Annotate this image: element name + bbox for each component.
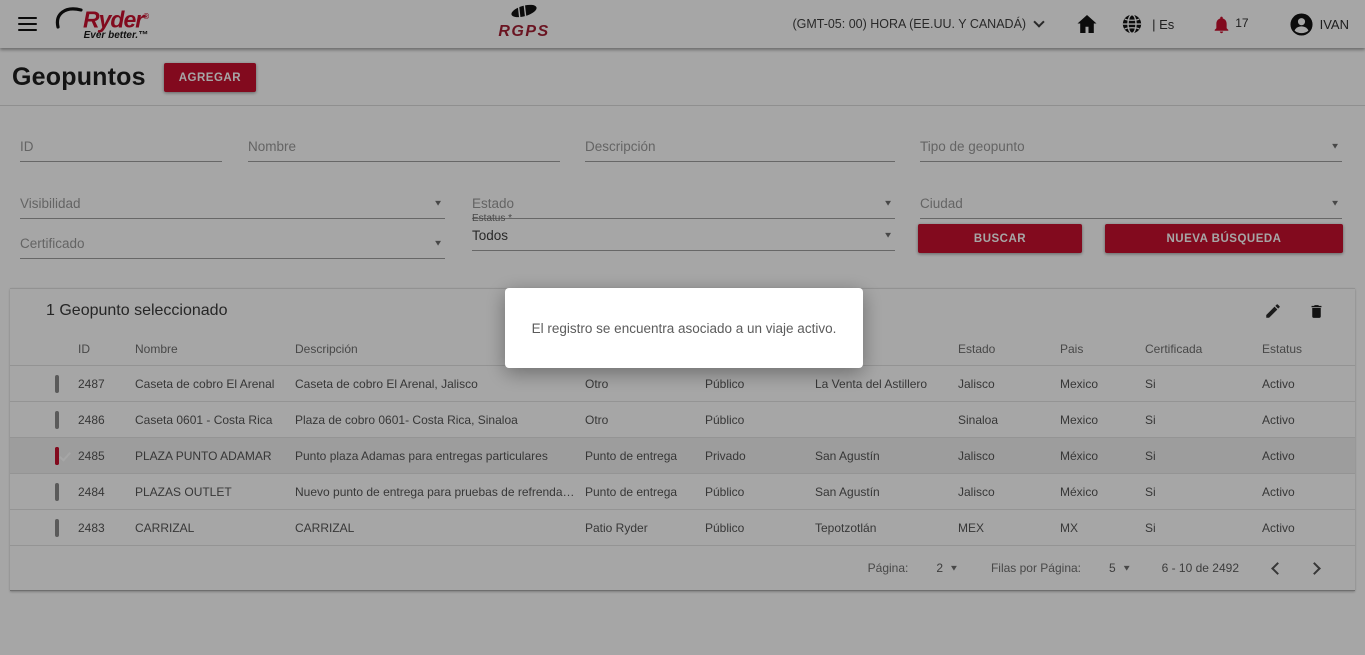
dialog-message: El registro se encuentra asociado a un v… <box>532 321 837 336</box>
dialog: El registro se encuentra asociado a un v… <box>505 288 863 368</box>
